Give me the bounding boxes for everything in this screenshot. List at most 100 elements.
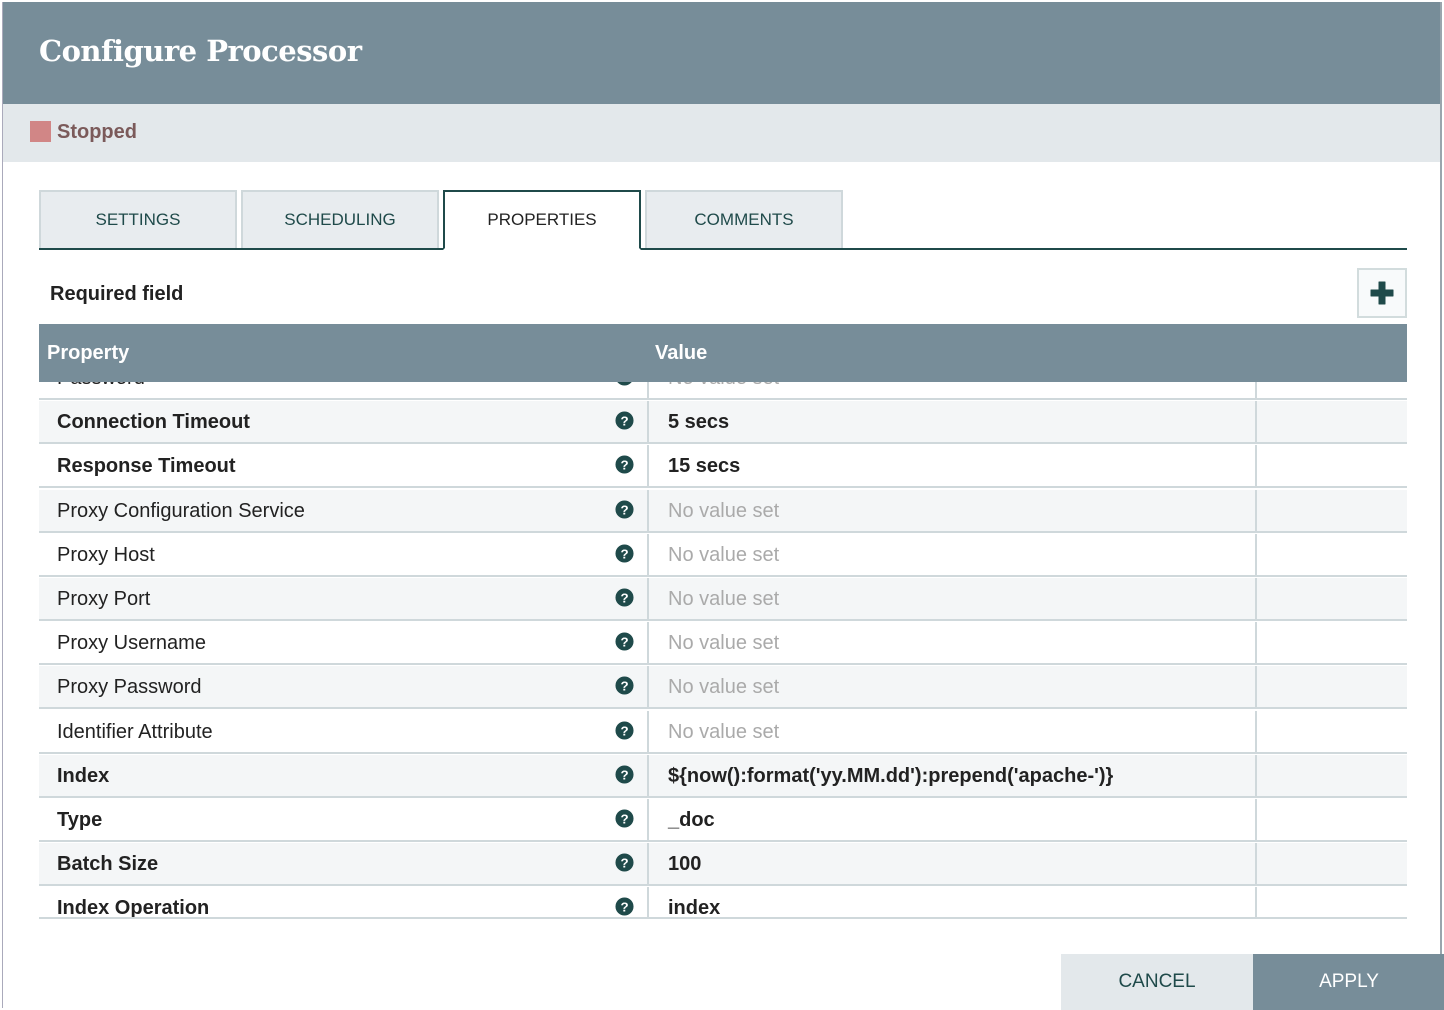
tab-bar: SETTINGS SCHEDULING PROPERTIES COMMENTS bbox=[39, 190, 1407, 250]
help-icon[interactable]: ? bbox=[615, 809, 634, 828]
column-divider bbox=[1255, 382, 1257, 400]
column-divider bbox=[1255, 666, 1257, 710]
dialog-title: Configure Processor bbox=[39, 34, 362, 68]
add-property-button[interactable] bbox=[1357, 268, 1407, 318]
property-value[interactable]: index bbox=[668, 897, 720, 917]
configure-processor-dialog: Configure Processor Stopped SETTINGS SCH… bbox=[2, 2, 1444, 1010]
table-row[interactable]: Proxy Host ? No value set bbox=[39, 533, 1407, 577]
property-name: Password bbox=[57, 382, 145, 390]
column-divider bbox=[1255, 578, 1257, 621]
property-value[interactable]: 15 secs bbox=[668, 455, 740, 478]
table-row[interactable]: Proxy Username ? No value set bbox=[39, 622, 1407, 666]
property-name: Type bbox=[57, 809, 103, 831]
status-bar: Stopped bbox=[3, 104, 1440, 162]
property-value[interactable]: No value set bbox=[668, 632, 779, 655]
svg-text:?: ? bbox=[620, 900, 628, 915]
column-header-property[interactable]: Property bbox=[47, 342, 129, 365]
help-icon[interactable]: ? bbox=[615, 632, 634, 651]
column-divider bbox=[647, 843, 649, 887]
property-name: Response Timeout bbox=[57, 455, 236, 478]
column-divider bbox=[647, 401, 649, 445]
tab-properties[interactable]: PROPERTIES bbox=[443, 190, 641, 250]
svg-text:?: ? bbox=[620, 811, 628, 826]
column-divider bbox=[647, 754, 649, 798]
property-name: Proxy Password bbox=[57, 676, 202, 699]
property-name: Batch Size bbox=[57, 853, 159, 876]
column-header-value[interactable]: Value bbox=[655, 342, 707, 365]
column-divider bbox=[1255, 533, 1257, 577]
help-icon[interactable]: ? bbox=[615, 721, 634, 740]
table-row[interactable]: Proxy Port ? No value set bbox=[39, 578, 1407, 621]
table-row[interactable]: Response Timeout ? 15 secs bbox=[39, 445, 1407, 489]
table-row[interactable]: Batch Size ? 100 bbox=[39, 843, 1407, 887]
property-value[interactable]: _doc bbox=[668, 809, 715, 832]
column-divider bbox=[647, 622, 649, 666]
svg-text:?: ? bbox=[620, 413, 628, 428]
tab-scheduling[interactable]: SCHEDULING bbox=[241, 190, 439, 248]
table-row[interactable]: Index Operation ? index bbox=[39, 887, 1407, 919]
property-value[interactable]: 5 secs bbox=[668, 411, 729, 434]
table-row[interactable]: Proxy Configuration Service ? No value s… bbox=[39, 489, 1407, 533]
column-divider bbox=[647, 382, 649, 400]
svg-text:?: ? bbox=[620, 723, 628, 738]
property-value[interactable]: ${now():format('yy.MM.dd'):prepend('apac… bbox=[668, 765, 1113, 788]
help-icon[interactable]: ? bbox=[615, 765, 634, 784]
help-icon[interactable]: ? bbox=[615, 500, 634, 519]
help-icon[interactable]: ? bbox=[615, 588, 634, 607]
cancel-button[interactable]: CANCEL bbox=[1061, 954, 1253, 1010]
svg-text:?: ? bbox=[620, 634, 628, 649]
table-row[interactable]: Type ? _doc bbox=[39, 799, 1407, 842]
help-icon[interactable]: ? bbox=[615, 455, 634, 474]
property-name: Proxy Username bbox=[57, 632, 206, 655]
svg-text:?: ? bbox=[620, 590, 628, 605]
table-row[interactable]: Identifier Attribute ? No value set bbox=[39, 710, 1407, 754]
column-divider bbox=[647, 666, 649, 710]
help-icon[interactable]: ? bbox=[615, 897, 634, 916]
svg-text:?: ? bbox=[620, 546, 628, 561]
table-row[interactable]: Password ? No value set bbox=[39, 382, 1407, 400]
column-divider bbox=[647, 799, 649, 842]
tab-comments[interactable]: COMMENTS bbox=[645, 190, 843, 248]
property-value[interactable]: No value set bbox=[668, 676, 779, 699]
help-icon[interactable]: ? bbox=[615, 382, 634, 386]
properties-table-body[interactable]: Password ? No value set Connection Timeo… bbox=[39, 382, 1407, 919]
help-icon[interactable]: ? bbox=[615, 676, 634, 695]
column-divider bbox=[1255, 489, 1257, 533]
column-divider bbox=[647, 578, 649, 621]
property-name: Proxy Configuration Service bbox=[57, 499, 305, 522]
property-value[interactable]: No value set bbox=[668, 544, 779, 567]
property-name: Proxy Host bbox=[57, 543, 155, 566]
svg-text:?: ? bbox=[620, 767, 628, 782]
column-divider bbox=[647, 489, 649, 533]
apply-button[interactable]: APPLY bbox=[1253, 954, 1444, 1010]
column-divider bbox=[647, 887, 649, 917]
help-icon[interactable]: ? bbox=[615, 544, 634, 563]
table-row[interactable]: Proxy Password ? No value set bbox=[39, 666, 1407, 710]
help-icon[interactable]: ? bbox=[615, 853, 634, 872]
column-divider bbox=[1255, 710, 1257, 754]
table-row[interactable]: Index ? ${now():format('yy.MM.dd'):prepe… bbox=[39, 754, 1407, 798]
table-header: Property Value bbox=[39, 324, 1407, 382]
column-divider bbox=[647, 533, 649, 577]
property-value[interactable]: No value set bbox=[668, 382, 779, 390]
column-divider bbox=[647, 445, 649, 489]
property-value[interactable]: No value set bbox=[668, 588, 779, 611]
property-value[interactable]: 100 bbox=[668, 853, 701, 876]
plus-icon bbox=[1370, 281, 1394, 305]
column-divider bbox=[1255, 754, 1257, 798]
property-value[interactable]: No value set bbox=[668, 500, 779, 523]
svg-text:?: ? bbox=[620, 502, 628, 517]
column-divider bbox=[1255, 622, 1257, 666]
column-divider bbox=[1255, 843, 1257, 887]
help-icon[interactable]: ? bbox=[615, 411, 634, 430]
property-name: Index Operation bbox=[57, 897, 210, 919]
property-value[interactable]: No value set bbox=[668, 721, 779, 744]
tab-settings[interactable]: SETTINGS bbox=[39, 190, 237, 248]
svg-text:?: ? bbox=[620, 679, 628, 694]
property-name: Index bbox=[57, 764, 110, 787]
property-name: Connection Timeout bbox=[57, 411, 250, 434]
column-divider bbox=[647, 710, 649, 754]
table-row[interactable]: Connection Timeout ? 5 secs bbox=[39, 401, 1407, 445]
column-divider bbox=[1255, 445, 1257, 489]
svg-text:?: ? bbox=[620, 855, 628, 870]
